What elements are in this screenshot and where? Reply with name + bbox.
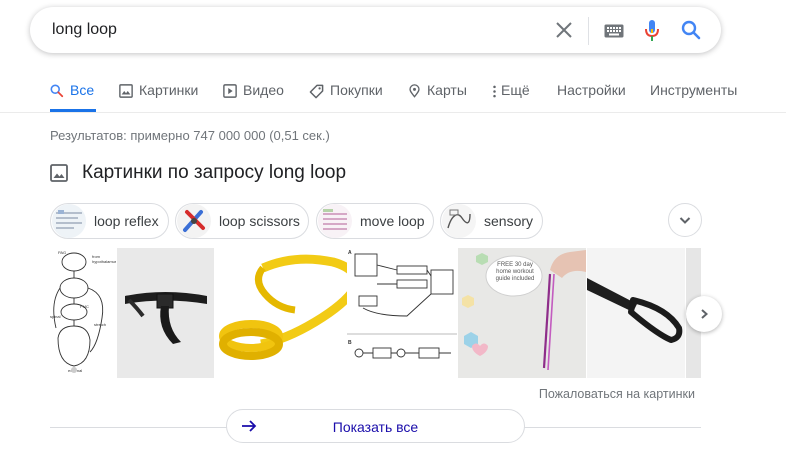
keyboard-icon[interactable] (604, 24, 624, 43)
chevron-down-icon (679, 217, 691, 224)
images-section-title[interactable]: Картинки по запросу long loop (82, 162, 346, 184)
image-result[interactable] (117, 248, 214, 378)
chip-thumbnail (318, 204, 352, 238)
tab-tools[interactable]: Инструменты (650, 82, 737, 112)
photo-image (125, 292, 207, 344)
svg-text:PMC: PMC (80, 304, 89, 309)
tab-label: Покупки (330, 82, 383, 98)
chip-sensory[interactable]: sensory (440, 203, 543, 239)
images-section-header: Картинки по запросу long loop (50, 162, 346, 184)
image-icon (50, 164, 68, 182)
svg-text:A: A (348, 250, 352, 256)
svg-text:stretch: stretch (94, 322, 106, 327)
image-result[interactable]: FREE 30 day home workout guide included (458, 248, 586, 378)
search-divider (588, 17, 589, 45)
image-result[interactable]: PAGfromhypothalamus PMCspinalstretch ext… (50, 248, 116, 378)
tabs-divider (0, 112, 786, 113)
search-tabs: Все Картинки Видео Покупки Карты Ещё Нас… (0, 82, 786, 112)
promo-text: FREE 30 day home workout guide included (495, 262, 535, 282)
tab-shopping[interactable]: Покупки (309, 82, 383, 112)
chip-loop-reflex[interactable]: loop reflex (50, 203, 169, 239)
search-input[interactable]: long loop (52, 21, 117, 39)
chip-label: loop reflex (94, 213, 159, 229)
image-result[interactable] (587, 248, 685, 378)
microphone-icon[interactable] (644, 19, 660, 48)
tab-label: Настройки (557, 82, 626, 98)
photo-image (587, 278, 683, 343)
tab-video[interactable]: Видео (223, 82, 284, 112)
search-icon (50, 84, 64, 98)
image-result[interactable]: AB (347, 248, 457, 378)
map-pin-icon (409, 84, 420, 98)
tab-label: Инструменты (650, 82, 738, 98)
tab-images[interactable]: Картинки (119, 82, 198, 112)
chip-thumbnail (177, 204, 211, 238)
diagram-image: PAGfromhypothalamus PMCspinalstretch ext… (50, 250, 116, 373)
tab-label: Ещё (501, 82, 530, 98)
results-count: Результатов: примерно 747 000 000 (0,51 … (50, 128, 330, 143)
chips-expand-button[interactable] (668, 203, 702, 237)
chip-label: loop scissors (219, 213, 300, 229)
show-all-label: Показать все (332, 419, 419, 435)
chip-label: move loop (360, 213, 425, 229)
chip-move-loop[interactable]: move loop (316, 203, 434, 239)
tab-more[interactable]: Ещё (492, 82, 530, 112)
tab-maps[interactable]: Карты (408, 82, 467, 112)
svg-text:PAG: PAG (58, 250, 66, 255)
chip-thumbnail (52, 204, 86, 238)
more-vert-icon (493, 85, 496, 98)
tab-label: Картинки (139, 82, 199, 98)
chip-thumbnail (442, 204, 476, 238)
svg-text:B: B (348, 340, 352, 346)
tab-label: Видео (243, 82, 284, 98)
report-images-link[interactable]: Пожаловаться на картинки (539, 387, 695, 401)
svg-text:spinal: spinal (50, 314, 61, 319)
tab-settings[interactable]: Настройки (557, 82, 626, 112)
tab-all[interactable]: Все (50, 82, 94, 112)
clear-icon[interactable] (555, 21, 573, 44)
tag-icon (309, 84, 324, 99)
show-all-button[interactable]: Показать все (226, 409, 525, 443)
search-icon[interactable] (681, 20, 701, 45)
chevron-right-icon (701, 309, 709, 319)
chip-loop-scissors[interactable]: loop scissors (175, 203, 309, 239)
video-icon (223, 84, 237, 98)
image-icon (119, 84, 133, 98)
diagram-image: AB (347, 250, 457, 359)
image-strip: PAGfromhypothalamus PMCspinalstretch ext… (50, 248, 701, 378)
image-strip-next-button[interactable] (686, 296, 722, 332)
search-bar[interactable]: long loop (30, 7, 721, 53)
chip-label: sensory (484, 213, 534, 229)
tab-label: Все (70, 82, 95, 98)
tab-label: Карты (427, 82, 467, 98)
svg-text:hypothalamus: hypothalamus (92, 259, 116, 264)
